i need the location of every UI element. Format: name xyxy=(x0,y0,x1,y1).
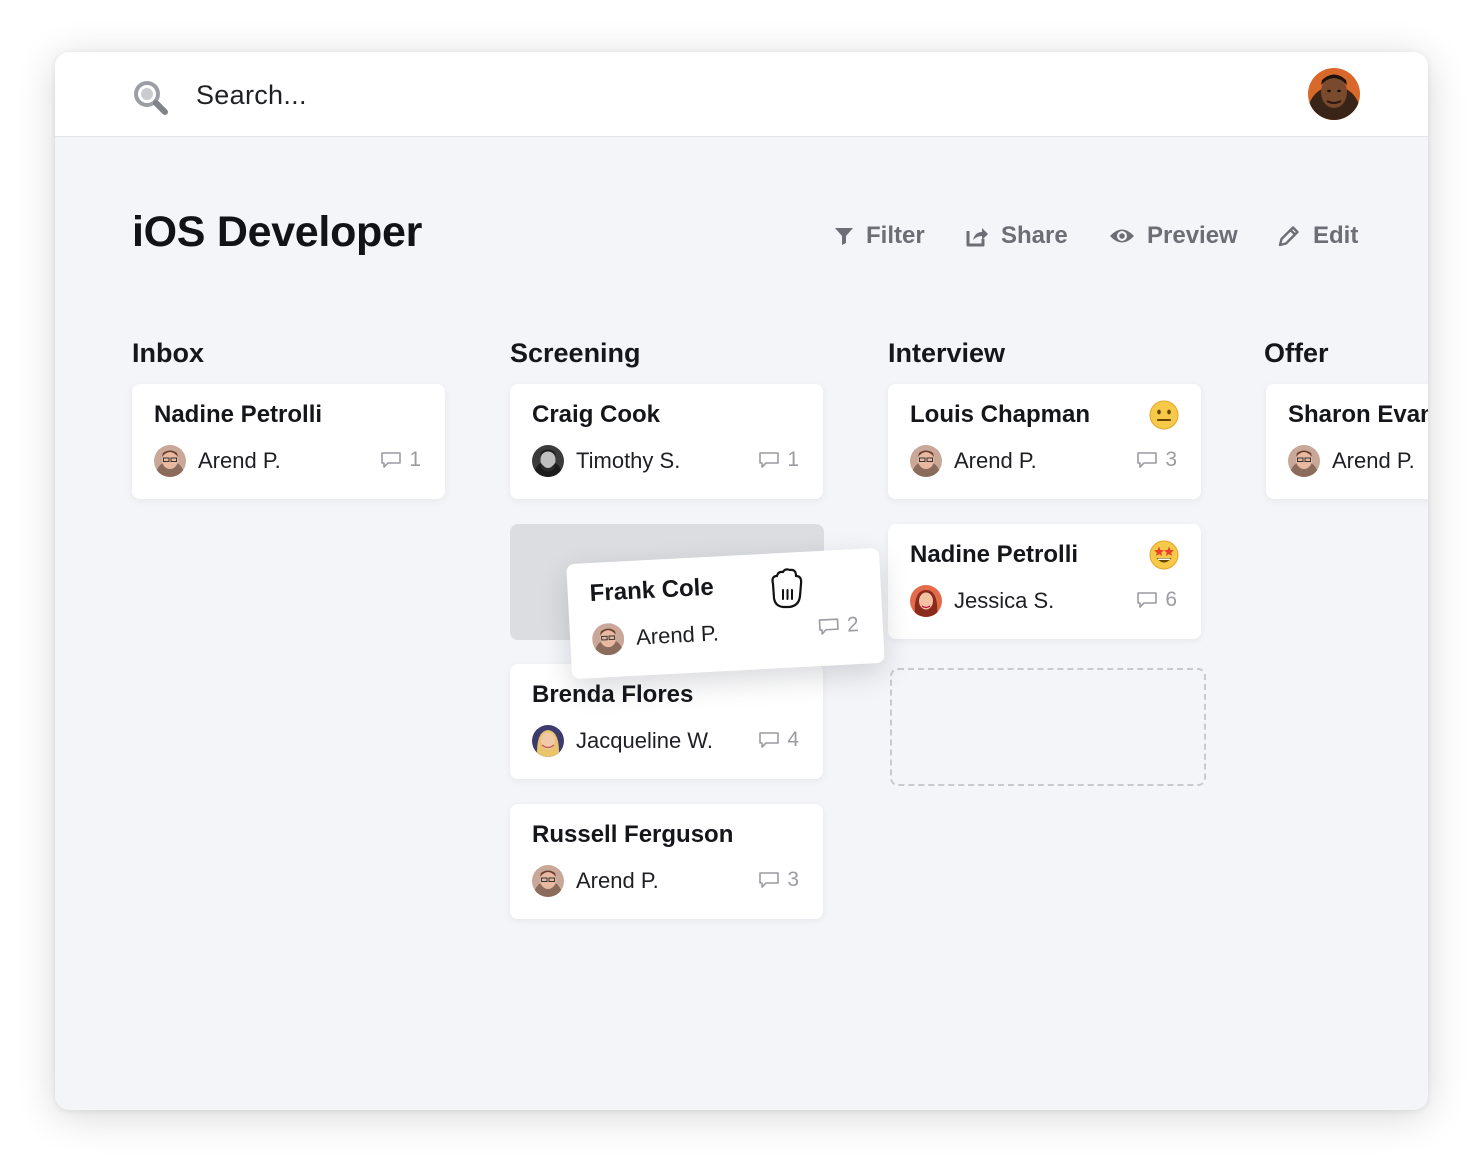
dragged-candidate-card[interactable]: Frank Cole Arend P. 2 xyxy=(566,547,885,680)
top-bar: Search... xyxy=(55,52,1428,137)
avatar xyxy=(154,445,186,477)
avatar xyxy=(591,622,625,656)
comment-count[interactable]: 6 xyxy=(1136,588,1177,612)
user-avatar[interactable] xyxy=(1308,68,1360,120)
drop-zone[interactable] xyxy=(890,668,1206,786)
comment-count[interactable]: 2 xyxy=(818,613,860,639)
comment-count-value: 6 xyxy=(1165,588,1177,611)
column-title-offer: Offer xyxy=(1264,338,1329,368)
app-window: Search... iOS Developer Filter Share Pre… xyxy=(55,52,1428,1110)
pencil-icon xyxy=(1278,226,1299,247)
assignee: Timothy S. xyxy=(532,445,680,477)
edit-label: Edit xyxy=(1313,222,1359,249)
column-title-interview: Interview xyxy=(888,338,1006,368)
comment-icon xyxy=(381,452,402,468)
avatar xyxy=(532,865,564,897)
preview-label: Preview xyxy=(1147,222,1238,249)
assignee-name: Arend P. xyxy=(1332,448,1415,473)
comment-count[interactable]: 3 xyxy=(1136,448,1177,472)
candidate-card[interactable]: Nadine Petrolli Jessica S. 6 xyxy=(888,524,1201,639)
assignee: Arend P. xyxy=(910,445,1037,477)
comment-count[interactable]: 4 xyxy=(758,728,799,752)
avatar xyxy=(910,585,942,617)
avatar xyxy=(532,725,564,757)
neutral-face-emoji xyxy=(1149,400,1179,430)
comment-count-value: 3 xyxy=(1165,448,1177,471)
avatar xyxy=(1288,445,1320,477)
assignee: Arend P. xyxy=(1288,445,1415,477)
comment-count[interactable]: 1 xyxy=(380,448,421,472)
assignee-name: Jacqueline W. xyxy=(576,728,713,753)
assignee-name: Arend P. xyxy=(198,448,281,473)
candidate-card[interactable]: Louis Chapman Arend P. 3 xyxy=(888,384,1201,499)
comment-icon xyxy=(759,452,780,468)
candidate-card[interactable]: Sharon Evans Arend P. xyxy=(1266,384,1428,499)
assignee: Arend P. xyxy=(591,617,719,656)
assignee: Jessica S. xyxy=(910,585,1054,617)
candidate-name: Craig Cook xyxy=(532,401,661,428)
avatar xyxy=(910,445,942,477)
grab-hand-cursor-icon xyxy=(771,568,803,609)
candidate-name: Sharon Evans xyxy=(1288,401,1428,428)
preview-button[interactable]: Preview xyxy=(1109,220,1238,252)
comment-count[interactable]: 1 xyxy=(758,448,799,472)
assignee-name: Arend P. xyxy=(635,620,720,650)
assignee: Jacqueline W. xyxy=(532,725,713,757)
column-title-inbox: Inbox xyxy=(132,338,204,368)
search-input[interactable]: Search... xyxy=(196,80,307,111)
candidate-card[interactable]: Russell Ferguson Arend P. 3 xyxy=(510,804,823,919)
candidate-card[interactable]: Craig Cook Timothy S. 1 xyxy=(510,384,823,499)
column-title-screening: Screening xyxy=(510,338,641,368)
eye-icon xyxy=(1110,229,1134,243)
filter-icon xyxy=(835,228,853,245)
candidate-name: Brenda Flores xyxy=(532,681,694,708)
assignee-name: Jessica S. xyxy=(954,588,1055,613)
candidate-card[interactable]: Nadine Petrolli Arend P. 1 xyxy=(132,384,445,499)
comment-count-value: 4 xyxy=(787,728,799,751)
assignee-name: Arend P. xyxy=(576,868,659,893)
candidate-name: Frank Cole xyxy=(589,573,715,608)
star-struck-emoji xyxy=(1149,540,1179,570)
page-title: iOS Developer xyxy=(132,208,423,256)
assignee: Arend P. xyxy=(532,865,659,897)
candidate-name: Louis Chapman xyxy=(910,401,1091,428)
comment-icon xyxy=(1137,592,1158,608)
search-icon[interactable] xyxy=(131,78,169,116)
assignee-name: Arend P. xyxy=(954,448,1037,473)
candidate-card[interactable]: Brenda Flores Jacqueline W. 4 xyxy=(510,664,823,779)
comment-count-value: 1 xyxy=(409,448,421,471)
comment-icon xyxy=(759,732,780,748)
comment-count[interactable]: 3 xyxy=(758,868,799,892)
comment-icon xyxy=(759,872,780,888)
comment-icon xyxy=(1137,452,1158,468)
assignee-name: Timothy S. xyxy=(576,448,681,473)
edit-button[interactable]: Edit xyxy=(1277,220,1358,252)
filter-label: Filter xyxy=(866,222,925,249)
share-label: Share xyxy=(1001,222,1068,249)
comment-icon xyxy=(818,618,840,635)
comment-count-value: 3 xyxy=(787,868,799,891)
share-icon xyxy=(966,228,988,247)
candidate-name: Nadine Petrolli xyxy=(910,541,1079,568)
avatar xyxy=(532,445,564,477)
filter-button[interactable]: Filter xyxy=(834,220,925,252)
candidate-name: Russell Ferguson xyxy=(532,821,734,848)
comment-count-value: 1 xyxy=(787,448,799,471)
comment-count-value: 2 xyxy=(846,613,860,637)
candidate-name: Nadine Petrolli xyxy=(154,401,323,428)
share-button[interactable]: Share xyxy=(965,220,1068,252)
assignee: Arend P. xyxy=(154,445,281,477)
